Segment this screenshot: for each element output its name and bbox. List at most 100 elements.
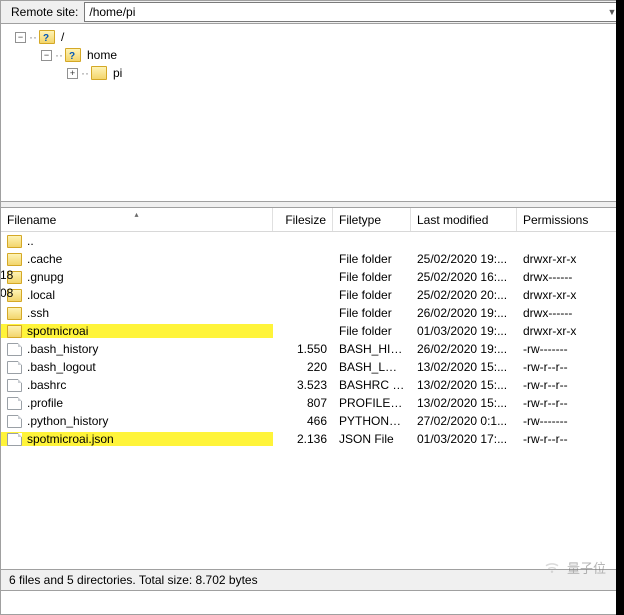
table-row[interactable]: .python_history 466PYTHON_...27/02/2020 0… <box>1 412 624 430</box>
collapse-icon[interactable]: − <box>15 32 26 43</box>
cell-modified: 27/02/2020 0:1... <box>411 414 517 428</box>
folder-icon <box>7 325 22 338</box>
table-row[interactable]: .gnupgFile folder25/02/2020 16:...drwx--… <box>1 268 624 286</box>
cell-modified: 01/03/2020 19:... <box>411 324 517 338</box>
column-header-filesize[interactable]: Filesize <box>273 208 333 231</box>
cell-permissions: drwx------ <box>517 306 597 320</box>
column-header-modified[interactable]: Last modified <box>411 208 517 231</box>
folder-icon <box>65 48 81 62</box>
cell-filetype: BASH_LOG... <box>333 360 411 374</box>
file-list-pane: Filename ▴ Filesize Filetype Last modifi… <box>1 208 624 569</box>
cell-modified: 25/02/2020 16:... <box>411 270 517 284</box>
folder-icon <box>7 253 22 266</box>
cell-filename: .bashrc <box>1 378 273 392</box>
cell-filetype: File folder <box>333 288 411 302</box>
tree-label: / <box>59 28 66 46</box>
folder-icon <box>91 66 107 80</box>
cell-permissions: drwxr-xr-x <box>517 288 597 302</box>
cell-filetype: File folder <box>333 324 411 338</box>
cell-modified: 01/03/2020 17:... <box>411 432 517 446</box>
cell-filename: .bash_history <box>1 342 273 356</box>
cell-filetype: PYTHON_... <box>333 414 411 428</box>
table-row[interactable]: spotmicroai.json2.136JSON File01/03/2020… <box>1 430 624 448</box>
cell-filename: .python_history <box>1 414 273 428</box>
window-right-border <box>616 0 624 615</box>
table-row[interactable]: .localFile folder25/02/2020 20:...drwxr-… <box>1 286 624 304</box>
collapse-icon[interactable]: − <box>41 50 52 61</box>
table-row[interactable]: .bash_logout220BASH_LOG...13/02/2020 15:… <box>1 358 624 376</box>
column-header-permissions[interactable]: Permissions <box>517 208 597 231</box>
remote-site-input[interactable] <box>85 5 604 19</box>
tree-label: pi <box>111 64 124 82</box>
cell-permissions: drwx------ <box>517 270 597 284</box>
cell-filesize: 2.136 <box>273 432 333 446</box>
cell-modified: 13/02/2020 15:... <box>411 360 517 374</box>
table-row[interactable]: .cacheFile folder25/02/2020 19:...drwxr-… <box>1 250 624 268</box>
tree-node-home[interactable]: − ·· home <box>7 46 624 64</box>
file-name: .bashrc <box>27 378 66 392</box>
tree-node-root[interactable]: − ·· / <box>7 28 624 46</box>
remote-site-combo[interactable]: ▼ <box>84 2 621 22</box>
file-icon <box>7 433 22 446</box>
table-row[interactable]: .profile807PROFILE File13/02/2020 15:...… <box>1 394 624 412</box>
cell-filename: .ssh <box>1 306 273 320</box>
file-name: spotmicroai.json <box>27 432 114 446</box>
remote-site-bar: Remote site: ▼ <box>1 0 624 24</box>
cell-filesize: 1.550 <box>273 342 333 356</box>
cell-filesize: 3.523 <box>273 378 333 392</box>
directory-tree[interactable]: − ·· / − ·· home + ·· pi <box>1 24 624 202</box>
cell-permissions: -rw------- <box>517 342 597 356</box>
column-label: Last modified <box>417 213 488 227</box>
file-list-body[interactable]: ...cacheFile folder25/02/2020 19:...drwx… <box>1 232 624 569</box>
cell-filename: spotmicroai.json <box>1 432 273 446</box>
cell-modified: 13/02/2020 15:... <box>411 396 517 410</box>
cell-filetype: PROFILE File <box>333 396 411 410</box>
cell-filename: .gnupg <box>1 270 273 284</box>
cell-permissions: drwxr-xr-x <box>517 324 597 338</box>
file-name: .python_history <box>27 414 108 428</box>
queue-tabs <box>1 591 624 615</box>
cell-filename: spotmicroai <box>1 324 273 338</box>
sort-asc-icon: ▴ <box>134 210 138 219</box>
cell-filetype: File folder <box>333 252 411 266</box>
tree-connector-icon: ·· <box>29 28 37 46</box>
cell-modified: 26/02/2020 19:... <box>411 306 517 320</box>
remote-site-label: Remote site: <box>1 5 84 19</box>
file-icon <box>7 361 22 374</box>
status-bar: 6 files and 5 directories. Total size: 8… <box>1 569 624 591</box>
cell-filetype: BASH_HIST... <box>333 342 411 356</box>
folder-icon <box>39 30 55 44</box>
expand-icon[interactable]: + <box>67 68 78 79</box>
cell-filesize: 466 <box>273 414 333 428</box>
cell-permissions: -rw-r--r-- <box>517 360 597 374</box>
column-label: Permissions <box>523 213 588 227</box>
file-name: .ssh <box>27 306 49 320</box>
table-row[interactable]: .bashrc3.523BASHRC File13/02/2020 15:...… <box>1 376 624 394</box>
file-name: .profile <box>27 396 63 410</box>
file-name: .cache <box>27 252 62 266</box>
cell-permissions: -rw------- <box>517 414 597 428</box>
table-row[interactable]: spotmicroai File folder01/03/2020 19:...d… <box>1 322 624 340</box>
cell-filename: .bash_logout <box>1 360 273 374</box>
status-text: 6 files and 5 directories. Total size: 8… <box>9 573 258 587</box>
file-name: spotmicroai <box>27 324 88 338</box>
cell-filename: .local <box>1 288 273 302</box>
cell-filesize: 220 <box>273 360 333 374</box>
file-icon <box>7 343 22 356</box>
table-row[interactable]: .bash_history1.550BASH_HIST...26/02/2020… <box>1 340 624 358</box>
folder-icon <box>7 307 22 320</box>
parent-dir-row[interactable]: .. <box>1 232 624 250</box>
cell-permissions: -rw-r--r-- <box>517 378 597 392</box>
column-header-filename[interactable]: Filename ▴ <box>1 208 273 231</box>
tree-node-pi[interactable]: + ·· pi <box>7 64 624 82</box>
tree-label: home <box>85 46 119 64</box>
tree-connector-icon: ·· <box>55 46 63 64</box>
file-name: .local <box>27 288 55 302</box>
cell-permissions: -rw-r--r-- <box>517 396 597 410</box>
file-name: .. <box>27 234 34 248</box>
column-label: Filetype <box>339 213 381 227</box>
cell-filename: .cache <box>1 252 273 266</box>
column-header-filetype[interactable]: Filetype <box>333 208 411 231</box>
table-row[interactable]: .sshFile folder26/02/2020 19:...drwx----… <box>1 304 624 322</box>
column-header-row: Filename ▴ Filesize Filetype Last modifi… <box>1 208 624 232</box>
